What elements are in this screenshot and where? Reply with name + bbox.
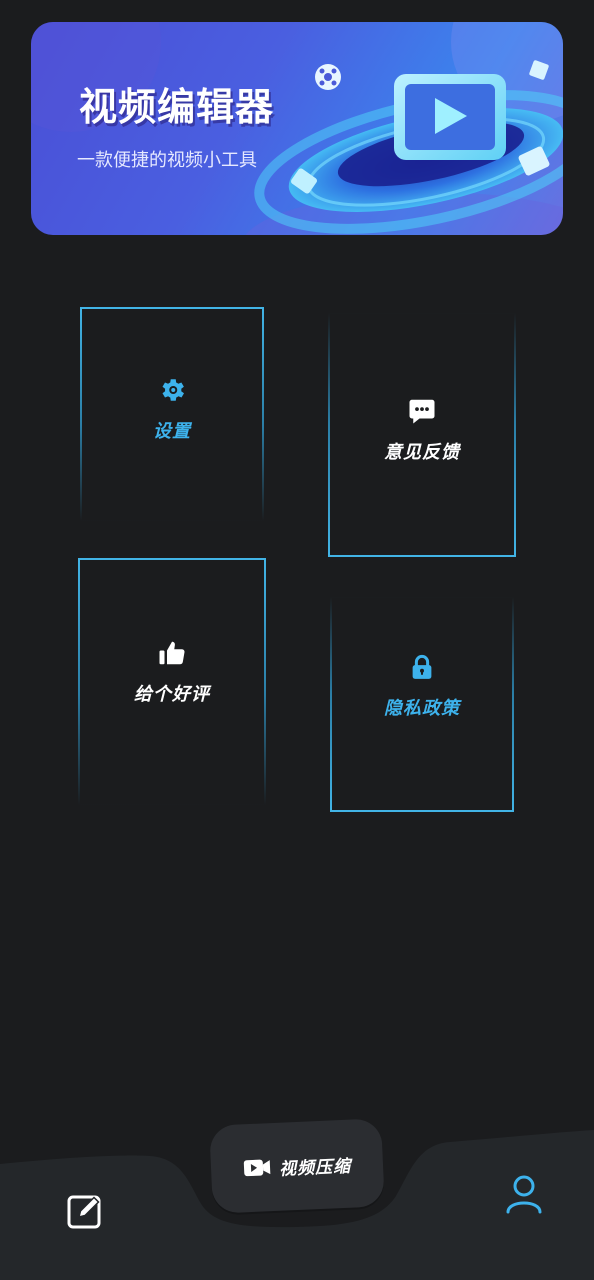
video-camera-icon	[243, 1159, 271, 1177]
video-compress-label: 视频压缩	[278, 1156, 352, 1180]
gear-icon	[157, 375, 187, 405]
feedback-label: 意见反馈	[384, 442, 460, 463]
feedback-card[interactable]: 意见反馈	[328, 312, 516, 557]
privacy-card[interactable]: 隐私政策	[330, 596, 514, 812]
thumbs-up-icon	[157, 638, 187, 668]
settings-card[interactable]: 设置	[80, 307, 264, 522]
settings-label: 设置	[153, 421, 191, 442]
user-profile-icon[interactable]	[504, 1172, 544, 1216]
rate-label: 给个好评	[134, 684, 210, 705]
app-title: 视频编辑器	[79, 85, 275, 129]
video-compress-button[interactable]: 视频压缩	[209, 1118, 385, 1214]
bottom-nav: 视频压缩	[0, 1118, 594, 1280]
header-banner: 视频编辑器 一款便捷的视频小工具	[31, 22, 563, 235]
app-subtitle: 一款便捷的视频小工具	[77, 150, 257, 171]
lock-icon	[407, 652, 437, 682]
edit-icon[interactable]	[66, 1192, 104, 1230]
privacy-label: 隐私政策	[384, 698, 460, 719]
rate-card[interactable]: 给个好评	[78, 558, 266, 806]
app-screen: 视频编辑器 一款便捷的视频小工具 设置 意见反馈 给个好评 隐私政策 视频压缩	[0, 0, 594, 1280]
chat-bubble-icon	[407, 396, 437, 426]
